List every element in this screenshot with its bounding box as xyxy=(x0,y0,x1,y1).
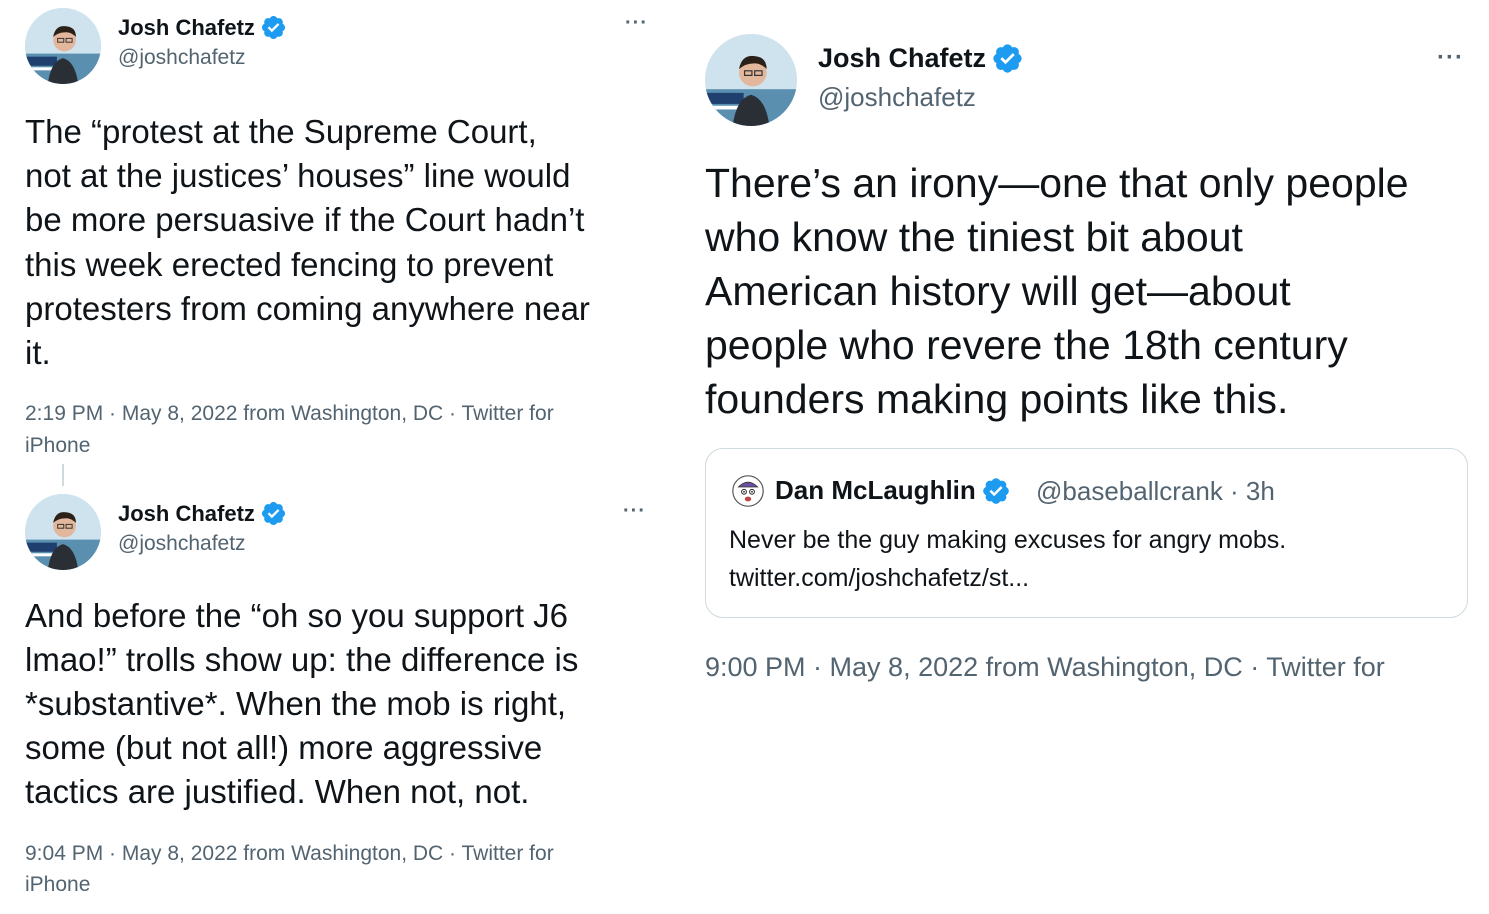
tweet-2[interactable]: Josh Chafetz @joshchafetz ··· And before… xyxy=(0,488,660,908)
author-avatar[interactable] xyxy=(705,34,797,126)
author-name[interactable]: Josh Chafetz xyxy=(118,501,255,527)
quoted-tweet-text: Never be the guy making excuses for angr… xyxy=(729,526,1287,592)
more-options-icon[interactable]: ··· xyxy=(623,500,646,523)
author-name-row[interactable]: Josh Chafetz xyxy=(118,500,287,527)
author-avatar[interactable] xyxy=(25,494,101,570)
author-name-row[interactable]: Josh Chafetz xyxy=(118,14,287,41)
verified-badge-icon xyxy=(981,476,1011,506)
thread-connector xyxy=(62,464,64,486)
avatar-photo-icon xyxy=(705,34,797,126)
author-avatar[interactable] xyxy=(25,8,101,84)
quoted-author-name[interactable]: Dan McLaughlin xyxy=(775,475,976,506)
more-options-icon[interactable]: ··· xyxy=(625,12,648,35)
verified-badge-icon xyxy=(991,42,1024,75)
quoted-author-handle[interactable]: @baseballcrank · 3h xyxy=(1036,476,1275,507)
tweet-meta[interactable]: 9:00 PM · May 8, 2022 from Washington, D… xyxy=(705,650,1475,684)
author-name-row[interactable]: Josh Chafetz xyxy=(818,42,1024,75)
tweet-3[interactable]: Josh Chafetz @joshchafetz ··· There’s an… xyxy=(680,0,1489,700)
author-handle[interactable]: @joshchafetz xyxy=(818,82,976,113)
tweet-text: And before the “oh so you support J6 lma… xyxy=(25,597,579,810)
author-handle[interactable]: @joshchafetz xyxy=(118,532,246,556)
author-name[interactable]: Josh Chafetz xyxy=(818,43,986,74)
quoted-author-name-row[interactable]: Dan McLaughlin xyxy=(775,475,1011,506)
verified-badge-icon xyxy=(260,14,287,41)
quoted-tweet-card[interactable]: Dan McLaughlin @baseballcrank · 3h Never… xyxy=(705,448,1468,618)
avatar-photo-icon xyxy=(25,8,101,84)
verified-badge-icon xyxy=(260,500,287,527)
tweet-text: There’s an irony—one that only people wh… xyxy=(705,160,1409,422)
author-name[interactable]: Josh Chafetz xyxy=(118,15,255,41)
tweet-meta[interactable]: 2:19 PM · May 8, 2022 from Washington, D… xyxy=(25,398,655,461)
more-options-icon[interactable]: ··· xyxy=(1437,44,1464,72)
quoted-author-avatar[interactable] xyxy=(732,475,764,507)
avatar-photo-icon xyxy=(25,494,101,570)
author-handle[interactable]: @joshchafetz xyxy=(118,46,246,70)
cartoon-avatar-icon xyxy=(732,475,764,507)
tweet-text: The “protest at the Supreme Court, not a… xyxy=(25,113,590,372)
tweet-meta[interactable]: 9:04 PM · May 8, 2022 from Washington, D… xyxy=(25,838,655,900)
tweet-1[interactable]: Josh Chafetz @joshchafetz ··· The “prote… xyxy=(0,0,660,470)
